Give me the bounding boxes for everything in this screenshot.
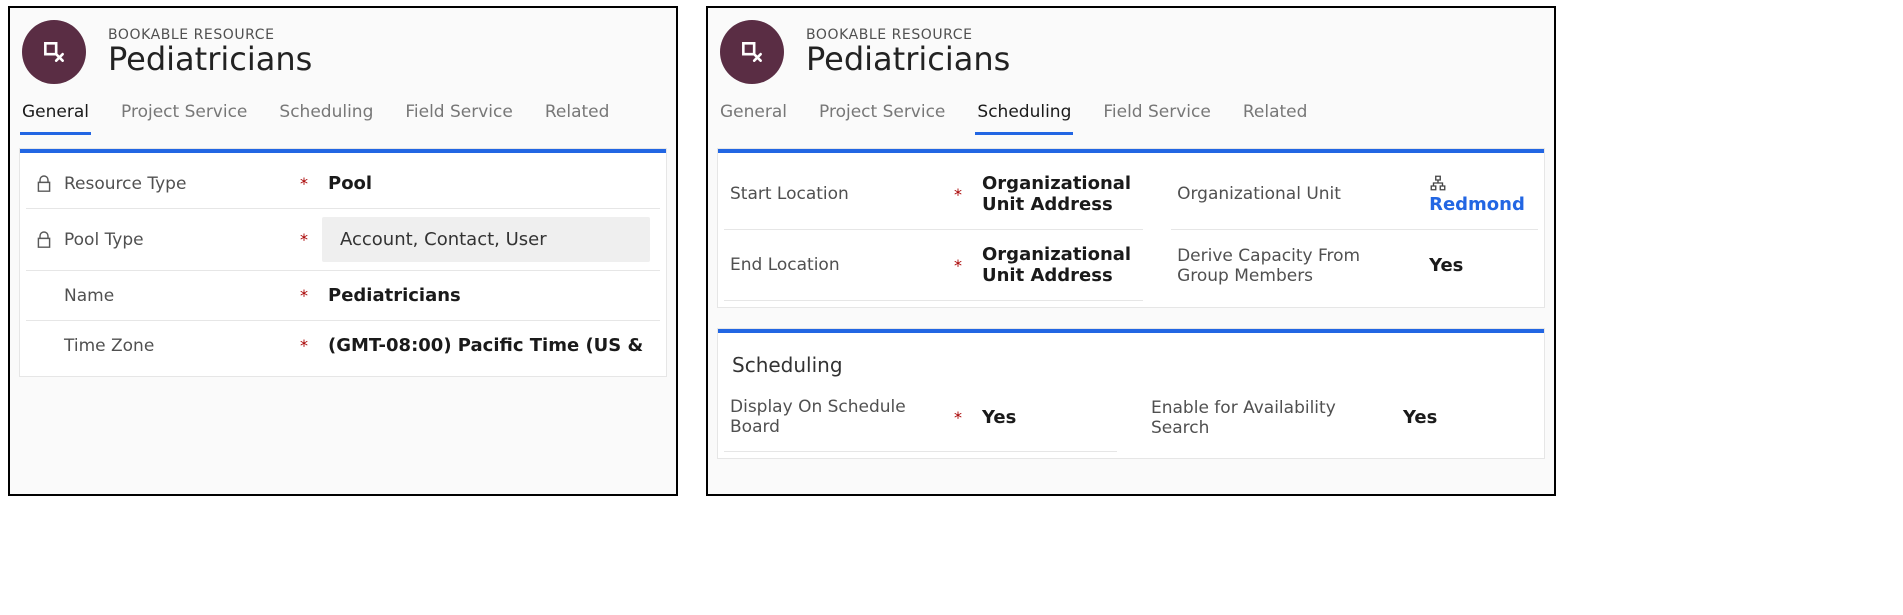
entity-icon: [22, 20, 86, 84]
required-indicator: *: [286, 336, 322, 355]
header-titles: BOOKABLE RESOURCE Pediatricians: [108, 27, 312, 77]
field-value[interactable]: Organizational Unit Address: [976, 244, 1137, 286]
field-start-location: Start Location * Organizational Unit Add…: [724, 159, 1143, 230]
field-label-wrap: Time Zone: [36, 336, 286, 356]
page-title: Pediatricians: [108, 43, 312, 77]
tab-project-service[interactable]: Project Service: [119, 96, 249, 134]
field-label-wrap: Pool Type: [36, 230, 286, 250]
field-value[interactable]: Yes: [1423, 255, 1532, 276]
field-label: End Location: [730, 255, 840, 275]
field-label: Name: [64, 286, 114, 306]
field-label-wrap: Derive Capacity From Group Members: [1177, 246, 1387, 286]
field-end-location: End Location * Organizational Unit Addre…: [724, 230, 1143, 301]
field-label-wrap: Resource Type: [36, 174, 286, 194]
tab-project-service[interactable]: Project Service: [817, 96, 947, 134]
form-card-location: Start Location * Organizational Unit Add…: [718, 149, 1544, 307]
field-availability-search: Enable for Availability Search * Yes: [1145, 383, 1538, 452]
required-indicator: *: [940, 256, 976, 275]
field-label-wrap: Start Location: [730, 184, 940, 204]
field-time-zone: Time Zone * (GMT-08:00) Pacific Time (US…: [26, 321, 660, 370]
required-indicator: *: [940, 408, 976, 427]
field-label: Display On Schedule Board: [730, 397, 940, 437]
field-label-wrap: Display On Schedule Board: [730, 397, 940, 437]
required-indicator: *: [286, 286, 322, 305]
tabstrip: General Project Service Scheduling Field…: [718, 94, 1544, 135]
field-value[interactable]: Yes: [1397, 407, 1532, 428]
field-value[interactable]: (GMT-08:00) Pacific Time (US &: [322, 335, 650, 356]
field-value[interactable]: Yes: [976, 407, 1111, 428]
tab-general[interactable]: General: [20, 96, 91, 134]
org-unit-icon: [1429, 174, 1447, 192]
header-titles: BOOKABLE RESOURCE Pediatricians: [806, 27, 1010, 77]
field-display-on-schedule-board: Display On Schedule Board * Yes: [724, 383, 1117, 452]
tabstrip: General Project Service Scheduling Field…: [20, 94, 666, 135]
field-pool-type: Pool Type * Account, Contact, User: [26, 209, 660, 271]
field-label-wrap: End Location: [730, 255, 940, 275]
section-heading: Scheduling: [724, 339, 1538, 383]
org-unit-link[interactable]: Redmond: [1429, 194, 1525, 215]
field-value[interactable]: Pool: [322, 173, 650, 194]
record-header: BOOKABLE RESOURCE Pediatricians: [20, 14, 666, 94]
field-label-wrap: Enable for Availability Search: [1151, 398, 1361, 438]
tab-general[interactable]: General: [718, 96, 789, 134]
page-title: Pediatricians: [806, 43, 1010, 77]
panel-scheduling: BOOKABLE RESOURCE Pediatricians General …: [706, 6, 1556, 496]
field-label-wrap: Name: [36, 286, 286, 306]
field-label: Pool Type: [64, 230, 144, 250]
field-organizational-unit: Organizational Unit * Redmond: [1171, 159, 1538, 230]
field-value[interactable]: Organizational Unit Address: [976, 173, 1137, 215]
field-derive-capacity: Derive Capacity From Group Members * Yes: [1171, 230, 1538, 301]
field-value[interactable]: Redmond: [1423, 173, 1532, 215]
field-label: Derive Capacity From Group Members: [1177, 246, 1387, 286]
tab-related[interactable]: Related: [543, 96, 612, 134]
form-card-scheduling: Scheduling Display On Schedule Board * Y…: [718, 329, 1544, 458]
field-label: Enable for Availability Search: [1151, 398, 1361, 438]
required-indicator: *: [940, 185, 976, 204]
entity-icon: [720, 20, 784, 84]
field-label-wrap: Organizational Unit: [1177, 184, 1387, 204]
field-resource-type: Resource Type * Pool: [26, 159, 660, 209]
tab-related[interactable]: Related: [1241, 96, 1310, 134]
required-indicator: *: [286, 174, 322, 193]
field-label: Time Zone: [64, 336, 154, 356]
panel-general: BOOKABLE RESOURCE Pediatricians General …: [8, 6, 678, 496]
lock-icon: [36, 174, 52, 194]
field-value[interactable]: Pediatricians: [322, 285, 650, 306]
field-label: Resource Type: [64, 174, 186, 194]
record-header: BOOKABLE RESOURCE Pediatricians: [718, 14, 1544, 94]
field-value[interactable]: Account, Contact, User: [322, 217, 650, 262]
required-indicator: *: [286, 230, 322, 249]
form-card: Resource Type * Pool Pool Type * Account…: [20, 149, 666, 376]
tab-field-service[interactable]: Field Service: [403, 96, 514, 134]
tab-scheduling[interactable]: Scheduling: [975, 96, 1073, 134]
tab-scheduling[interactable]: Scheduling: [277, 96, 375, 134]
field-label: Organizational Unit: [1177, 184, 1341, 204]
field-label: Start Location: [730, 184, 849, 204]
field-name: Name * Pediatricians: [26, 271, 660, 321]
lock-icon: [36, 230, 52, 250]
tab-field-service[interactable]: Field Service: [1101, 96, 1212, 134]
